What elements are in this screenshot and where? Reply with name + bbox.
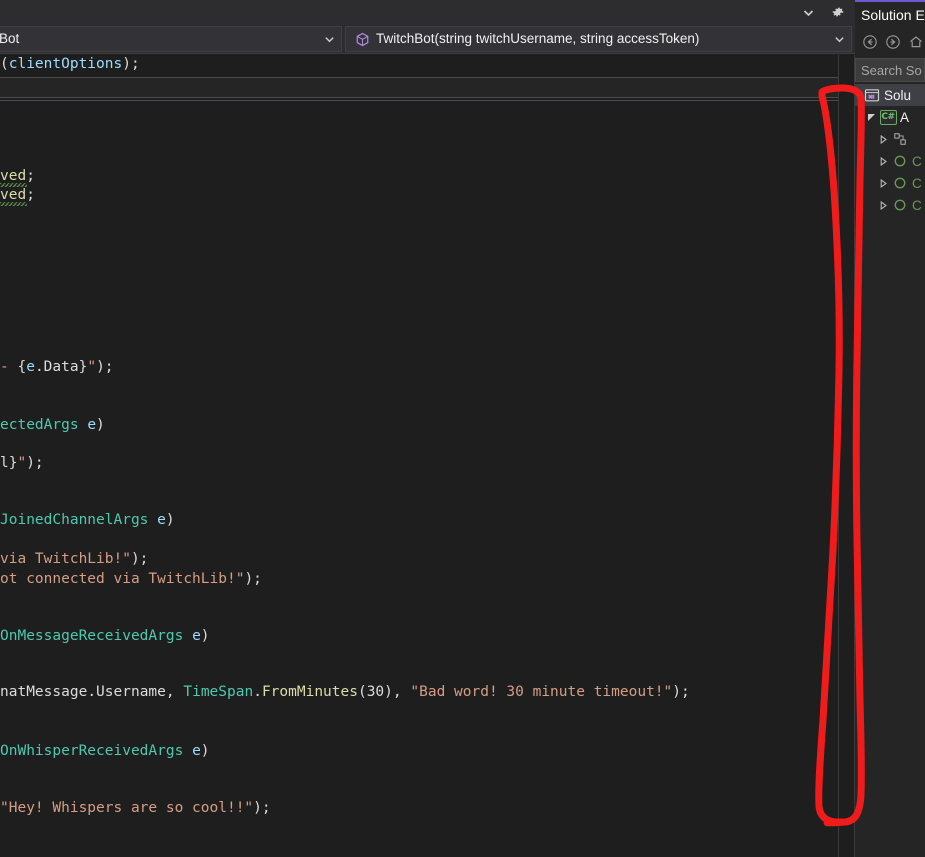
- code-line: via TwitchLib!");: [0, 551, 149, 567]
- member-dropdown[interactable]: TwitchBot(string twitchUsername, string …: [345, 26, 852, 52]
- editor-top-strip: [0, 0, 855, 24]
- search-input[interactable]: Search So: [855, 58, 925, 82]
- tree-item-file[interactable]: C: [855, 194, 925, 216]
- code-line: ot connected via TwitchLib!");: [0, 571, 262, 587]
- code-token-clientoptions: clientOptions: [8, 56, 123, 72]
- tree-item-label: C: [912, 153, 922, 169]
- csharp-file-icon: [891, 153, 909, 169]
- solution-tree: Solu C# A C C C: [855, 84, 925, 857]
- method-cube-icon: [352, 31, 372, 47]
- member-dropdown-value: TwitchBot(string twitchUsername, string …: [376, 31, 700, 46]
- code-line: "Hey! Whispers are so cool!!");: [0, 800, 271, 816]
- region-divider: [0, 100, 838, 102]
- tree-item-project[interactable]: C# A: [855, 106, 925, 128]
- expander-expanded-icon[interactable]: [863, 113, 879, 122]
- solution-icon: [863, 87, 881, 103]
- code-line: OnWhisperReceivedArgs e): [0, 743, 210, 759]
- code-lines: (clientOptions); ved; ved; - {e.Data}");…: [0, 55, 838, 857]
- arrow-right-circle-icon[interactable]: [884, 33, 902, 51]
- editor-vertical-scrollbar[interactable]: [838, 55, 855, 857]
- tree-item-dependencies[interactable]: [855, 128, 925, 150]
- tree-item-label: C: [912, 197, 922, 213]
- home-icon[interactable]: [907, 33, 925, 51]
- code-editor-pane: Bot TwitchBot(string twitchUsername, str…: [0, 0, 855, 857]
- editor-navigation-bar: Bot TwitchBot(string twitchUsername, str…: [0, 24, 855, 54]
- code-line: OnMessageReceivedArgs e): [0, 628, 210, 644]
- tree-item-solution[interactable]: Solu: [855, 84, 925, 106]
- solution-explorer-panel: Solution E Search So Solu C# A C C C: [855, 0, 925, 857]
- chevron-down-icon[interactable]: [321, 36, 337, 43]
- expander-collapsed-icon[interactable]: [875, 134, 891, 144]
- solution-explorer-toolbar: [855, 28, 925, 56]
- expander-collapsed-icon[interactable]: [875, 200, 891, 210]
- code-line: l}");: [0, 455, 44, 471]
- tree-item-label: C: [912, 175, 922, 191]
- csharp-badge: C#: [879, 109, 897, 125]
- arrow-left-circle-icon[interactable]: [861, 33, 879, 51]
- type-dropdown[interactable]: Bot: [0, 26, 342, 52]
- csharp-file-icon: [891, 197, 909, 213]
- csharp-project-icon: C#: [879, 109, 897, 125]
- tree-item-label: A: [900, 109, 910, 125]
- expander-collapsed-icon[interactable]: [875, 178, 891, 188]
- dependencies-icon: [891, 131, 909, 147]
- gear-icon[interactable]: [829, 3, 847, 21]
- warning-squiggle: [0, 202, 27, 206]
- code-line: - {e.Data}");: [0, 359, 114, 375]
- code-line: (clientOptions);: [0, 56, 140, 72]
- tree-item-label: Solu: [884, 87, 912, 103]
- csharp-file-icon: [891, 175, 909, 191]
- code-text-area[interactable]: (clientOptions); ved; ved; - {e.Data}");…: [0, 55, 838, 857]
- code-line: ectedArgs e): [0, 417, 105, 433]
- tree-item-file[interactable]: C: [855, 150, 925, 172]
- code-line: natMessage.Username, TimeSpan.FromMinute…: [0, 684, 690, 700]
- chevron-down-icon[interactable]: [799, 3, 817, 21]
- type-dropdown-value: Bot: [0, 31, 20, 46]
- visual-studio-window: Bot TwitchBot(string twitchUsername, str…: [0, 0, 925, 857]
- code-line: JoinedChannelArgs e): [0, 512, 175, 528]
- tree-item-file[interactable]: C: [855, 172, 925, 194]
- collapsed-region-box[interactable]: [0, 77, 838, 98]
- solution-explorer-title: Solution E: [855, 2, 925, 28]
- expander-collapsed-icon[interactable]: [875, 156, 891, 166]
- chevron-down-icon[interactable]: [831, 36, 847, 43]
